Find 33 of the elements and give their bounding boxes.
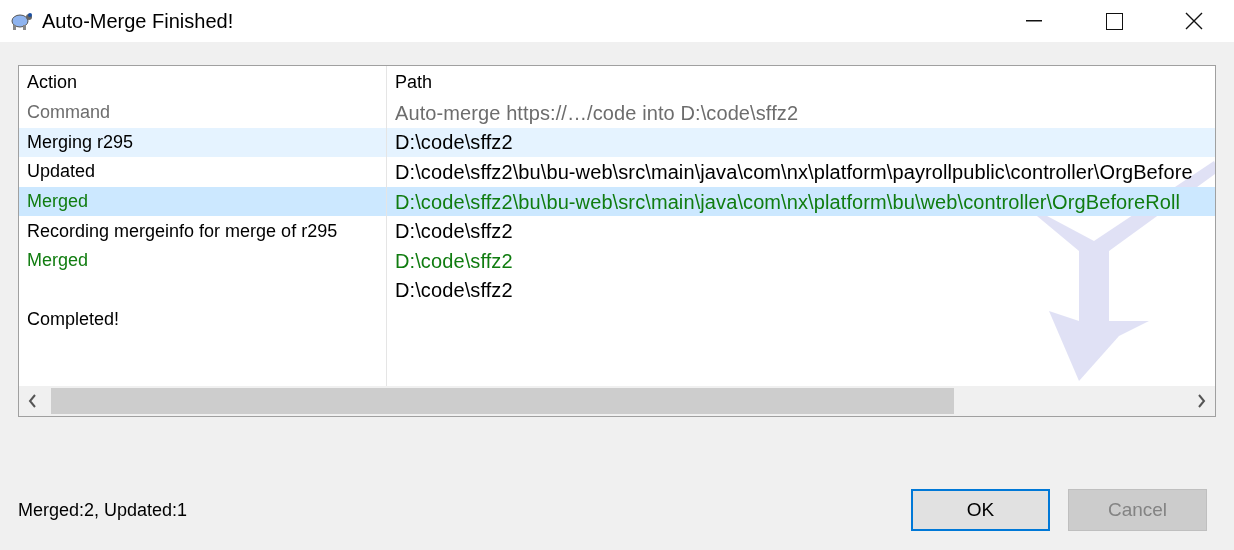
list-row[interactable]: Updated D:\code\sffz2\bu\bu-web\src\main\java\com\nx\platform\payrollpublic\controller\OrgBefore [19,157,1215,187]
scroll-right-icon[interactable] [1197,394,1206,408]
action-text: Merged [27,191,89,212]
list-row[interactable]: Merging r295 D:\code\sffz2 [19,127,1215,158]
action-text: Updated [27,161,96,182]
action-text: Merged [27,250,89,271]
summary-text: Merged:2, Updated:1 [18,498,188,522]
list-row[interactable]: Merged D:\code\sffz2 [19,245,1215,276]
path-text: D:\code\sffz2 [395,131,513,154]
window-title: Auto-Merge Finished! [42,9,234,34]
dialog-button[interactable]: OK [911,489,1050,531]
action-text: Command [27,102,111,123]
action-text: Recording mergeinfo for merge of r295 [27,220,338,241]
scroll-left-icon[interactable] [28,394,37,408]
path-text: D:\code\sffz2\bu\bu-web\src\main\java\com\nx\platform\payrollpublic\controller\OrgBefore [395,161,1193,183]
minimize-icon [1026,20,1042,22]
action-text: Merging r295 [27,131,134,152]
list-row[interactable]: Command Auto-merge https://…/code into D:\code\sffz2 [19,98,1215,128]
column-header[interactable]: Path [387,68,433,96]
list-row[interactable]: D:\code\sffz2 [19,275,1215,306]
list-row[interactable]: Completed! [19,305,1215,335]
list-row[interactable]: Recording mergeinfo for merge of r295 D:\code\sffz2 [19,216,1215,246]
maximize-icon [1105,12,1123,30]
path-text: D:\code\sffz2 [395,249,513,272]
path-text: Auto-merge https://…/code into D:\code\sffz2 [395,101,799,124]
path-text: D:\code\sffz2\bu\bu-web\src\main\java\com\nx\platform\bu\web\controller\OrgBeforeRoll [395,190,1181,213]
close-icon [1185,12,1203,30]
turtle-icon [8,10,34,32]
path-text: D:\code\sffz2 [395,220,513,243]
path-text: D:\code\sffz2 [395,279,513,302]
action-text: Completed! [27,309,120,330]
list-row[interactable]: Merged D:\code\sffz2\bu\bu-web\src\main\java\com\nx\platform\bu\web\controller\OrgBeforeRoll [19,186,1215,217]
column-header[interactable]: Action [19,68,387,96]
